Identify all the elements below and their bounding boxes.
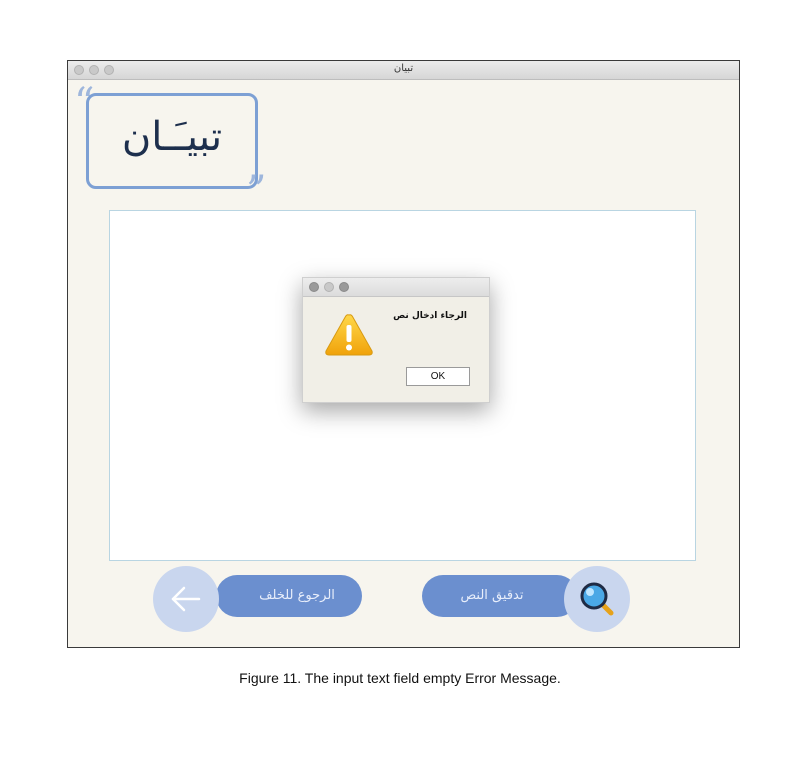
dialog-message: الرجاء ادخال نص [393,311,467,321]
back-button[interactable]: الرجوع للخلف [216,575,362,617]
dialog-close-button[interactable] [309,282,319,292]
window-title: تبيان [393,63,414,74]
back-button-label: الرجوع للخلف [259,588,335,603]
error-dialog: الرجاء ادخال نص OK [302,277,490,403]
ok-button[interactable]: OK [406,367,470,386]
dialog-zoom-button[interactable] [339,282,349,292]
app-window: تبيان “ تبيـَـان ” الرجاء ادخال نص OK ال… [67,60,740,648]
figure-caption: Figure 11. The input text field empty Er… [239,670,561,686]
check-magnifier-button[interactable] [564,566,630,632]
check-button-label: تدقيق النص [460,588,524,603]
back-arrow-icon[interactable] [153,566,219,632]
arrow-left-icon [171,586,201,612]
warning-icon [325,314,373,356]
dialog-minimize-button[interactable] [324,282,334,292]
title-bar: تبيان [68,61,739,80]
logo-text: تبيـَـان [121,114,223,160]
check-text-button[interactable]: تدقيق النص [422,575,578,617]
logo-frame: تبيـَـان [86,93,258,189]
magnifier-icon [580,582,614,616]
dialog-title-bar [303,278,489,297]
logo-quote-close: ” [246,168,267,214]
